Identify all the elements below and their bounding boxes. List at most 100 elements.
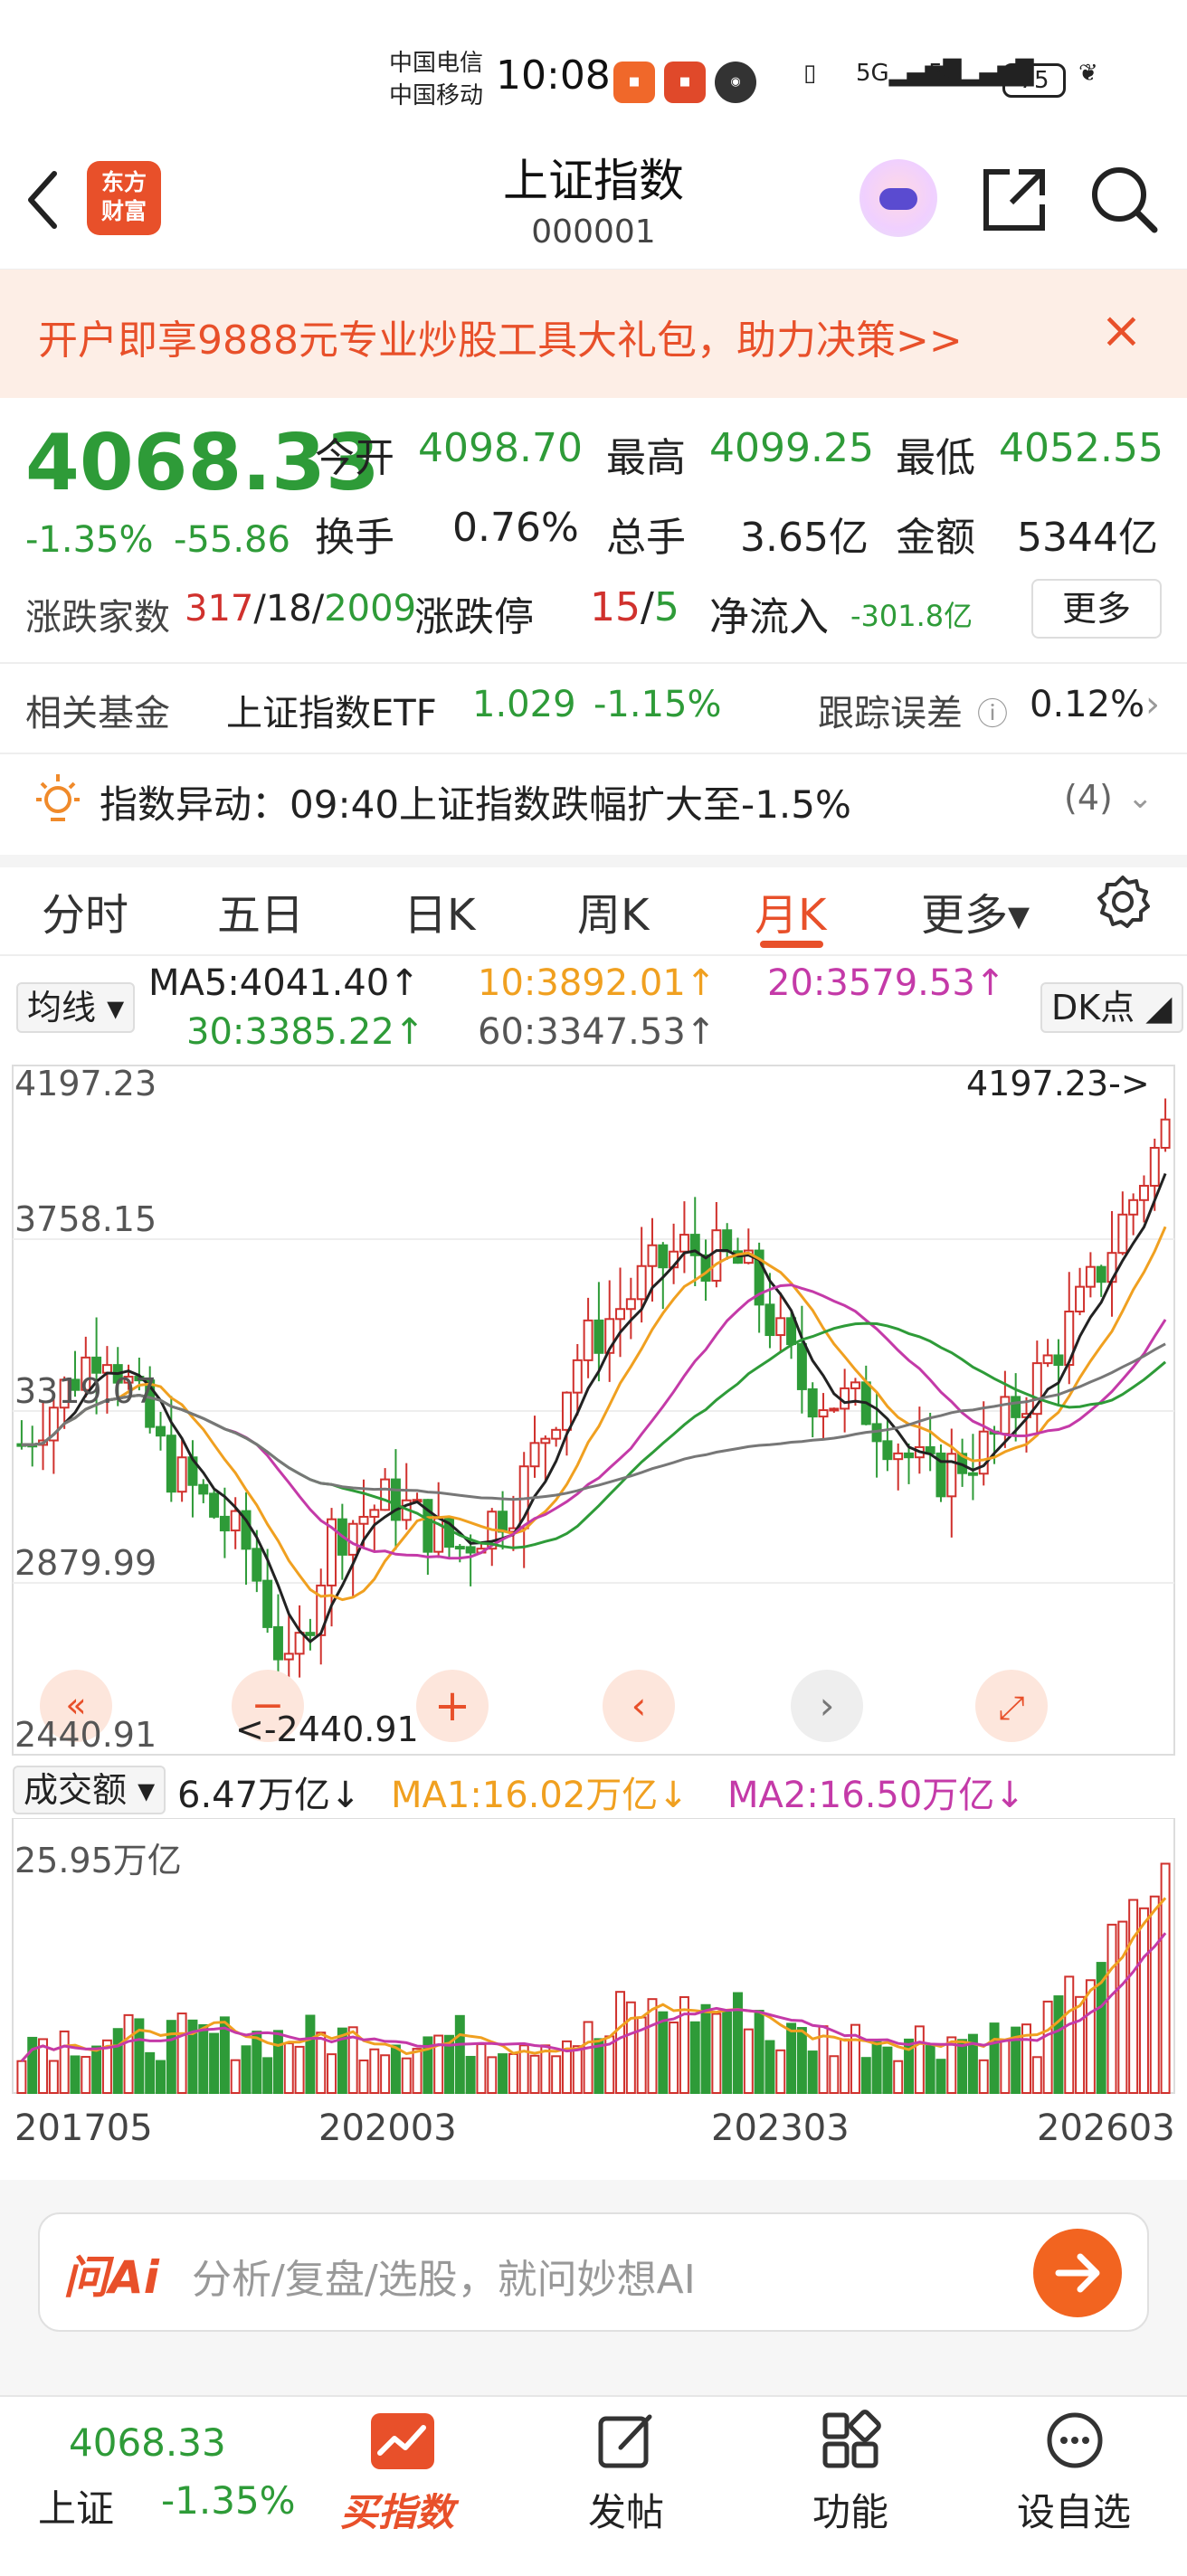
volume-bar (176, 2012, 187, 2094)
volume-bar (796, 2027, 807, 2094)
volume-bar (625, 2001, 636, 2095)
dk-point-toggle[interactable]: DK点 ◢ (1040, 982, 1183, 1033)
candle (1042, 1354, 1053, 1365)
functions-button[interactable]: 功能 (812, 2482, 888, 2537)
candle (679, 1234, 689, 1253)
candle (252, 1548, 262, 1582)
help-icon[interactable]: ⓘ (977, 689, 1008, 734)
candle (636, 1264, 647, 1301)
volume-ma2: MA2:16.50万亿↓ (727, 1775, 1025, 1816)
volume-bar (840, 2038, 850, 2095)
candle (882, 1440, 893, 1461)
ai-input[interactable]: 分析/复盘/选股，就问妙想AI (192, 2247, 696, 2305)
volume-bar (1128, 1899, 1139, 2095)
candle (561, 1391, 572, 1431)
volume-bar (241, 2045, 252, 2094)
candle (786, 1317, 797, 1346)
chevron-right-icon: › (820, 1683, 835, 1728)
bottom-index-name[interactable]: 上证 (38, 2478, 114, 2533)
volume-bar (294, 2045, 305, 2095)
search-icon[interactable] (1087, 163, 1160, 235)
chevron-down-icon[interactable]: ⌄ (1127, 780, 1154, 816)
volume-bar (711, 2012, 722, 2095)
expand-icon: ⤢ (999, 1690, 1025, 1727)
tab-five-day[interactable]: 五日 (217, 879, 304, 942)
candle (1075, 1285, 1086, 1313)
arrow-right-icon (1055, 2253, 1100, 2293)
tab-intraday[interactable]: 分时 (42, 879, 128, 942)
bottom-change[interactable]: -1.35% (161, 2478, 296, 2523)
volume-bar (27, 2036, 38, 2094)
ma20-value: 20:3579.53↑ (767, 962, 1006, 1004)
bottom-price[interactable]: 4068.33 (69, 2420, 226, 2465)
ai-submit-button[interactable] (1033, 2229, 1122, 2317)
ma60-value: 60:3347.53↑ (478, 1011, 717, 1053)
candle (1096, 1265, 1106, 1283)
limit-values: 15/5 (590, 584, 679, 630)
tab-daily-k[interactable]: 日K (404, 879, 475, 942)
volume-bar (743, 2028, 754, 2094)
alert-count: (4) (1064, 778, 1113, 818)
candle (615, 1308, 626, 1321)
share-icon[interactable] (979, 165, 1049, 235)
volume-bar (871, 2041, 882, 2094)
volume-bar (957, 2039, 968, 2095)
volume-ma1: MA1:16.02万亿↓ (391, 1775, 688, 1816)
date-label: 202003 (318, 2107, 457, 2149)
breadth-values: 317/18/2009 (185, 588, 417, 630)
candle (1128, 1198, 1139, 1216)
volume-bar (166, 2020, 176, 2094)
add-watchlist-button[interactable]: 设自选 (1017, 2482, 1131, 2537)
buy-index-button[interactable]: 买指数 (340, 2482, 454, 2537)
tab-weekly-k[interactable]: 周K (577, 879, 649, 942)
volume-bar (1031, 2056, 1042, 2094)
candle (529, 1442, 540, 1468)
volume-bar (48, 2060, 59, 2095)
trend-chart-icon[interactable] (371, 2413, 434, 2469)
fund-name[interactable]: 上证指数ETF (226, 684, 437, 736)
tab-more[interactable]: 更多▾ (921, 879, 1030, 942)
tab-monthly-k[interactable]: 月K (755, 879, 826, 942)
volume-bar (860, 2057, 871, 2094)
post-edit-icon[interactable] (595, 2410, 657, 2471)
volume-indicator-selector[interactable]: 成交额 ▾ (13, 1766, 166, 1814)
promo-banner-text[interactable]: 开户即享9888元专业炒股工具大礼包，助力决策>> (38, 308, 963, 365)
ma30-value: 30:3385.22↑ (186, 1011, 425, 1053)
candlestick-chart[interactable]: « − + ‹ › ⤢ (0, 1058, 1187, 1764)
candle (156, 1425, 166, 1437)
candle (305, 1632, 316, 1636)
high-value: 4099.25 (709, 425, 874, 471)
change-amount: -55.86 (174, 519, 290, 561)
max-price-marker: 4197.23-> (966, 1064, 1150, 1103)
more-circle-icon[interactable] (1044, 2410, 1106, 2471)
candle (262, 1579, 273, 1628)
volume-bar (465, 2055, 476, 2095)
volume-bar (305, 2014, 316, 2094)
volume-bar (1053, 1995, 1064, 2094)
assistant-avatar[interactable] (859, 159, 937, 237)
settings-gear-icon[interactable] (1095, 874, 1151, 930)
volume-bar (145, 2051, 156, 2095)
close-icon[interactable]: × (1100, 306, 1143, 356)
candle (209, 1492, 220, 1518)
lightbulb-icon (36, 774, 80, 821)
candle (722, 1229, 733, 1253)
candle (198, 1483, 209, 1495)
ma-selector[interactable]: 均线 ▾ (16, 982, 136, 1033)
volume-bar (252, 2031, 262, 2094)
clock: 10:08 (496, 52, 611, 99)
price-axis-max: 4197.23 (14, 1064, 157, 1103)
volume-bar (700, 2003, 711, 2094)
chevron-left-icon: ‹ (631, 1683, 647, 1728)
volume-bar (198, 2023, 209, 2094)
open-value: 4098.70 (418, 425, 583, 471)
volume-bar (722, 2011, 733, 2095)
more-button[interactable]: 更多 (1031, 579, 1162, 639)
post-button[interactable]: 发帖 (588, 2482, 664, 2537)
volume-bar (112, 2028, 123, 2094)
functions-grid-icon[interactable] (820, 2410, 881, 2471)
chevron-right-icon[interactable]: › (1145, 684, 1160, 725)
candle (358, 1515, 369, 1525)
alert-text[interactable]: 指数异动：09:40上证指数跌幅扩大至-1.5% (100, 774, 851, 829)
candle (219, 1515, 230, 1532)
